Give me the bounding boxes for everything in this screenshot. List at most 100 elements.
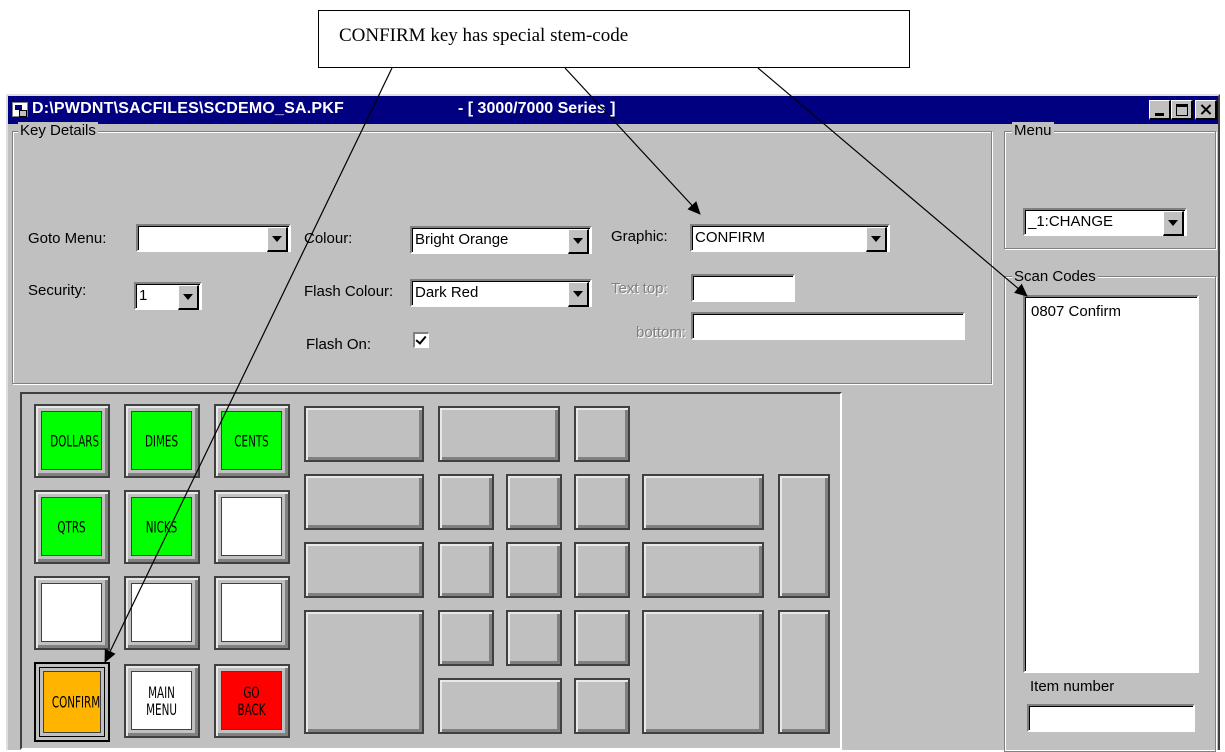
key-blank[interactable] bbox=[778, 610, 830, 734]
key-blank[interactable] bbox=[574, 542, 630, 598]
key-qtrs[interactable]: QTRS bbox=[34, 490, 110, 564]
key-dollars[interactable]: DOLLARS bbox=[34, 404, 110, 478]
key-blank[interactable] bbox=[574, 678, 630, 734]
key-face bbox=[221, 497, 282, 556]
colour-label: Colour: bbox=[304, 230, 353, 247]
scan-codes-list[interactable]: 0807 Confirm bbox=[1023, 295, 1199, 673]
key-blank[interactable] bbox=[574, 474, 630, 530]
key-blank[interactable] bbox=[214, 490, 290, 564]
item-number-label: Item number bbox=[1030, 678, 1115, 695]
window-title-series: - [ 3000/7000 Series ] bbox=[458, 100, 616, 117]
security-select[interactable]: 1 bbox=[134, 282, 202, 310]
key-nicks[interactable]: NICKS bbox=[124, 490, 200, 564]
chevron-down-icon[interactable] bbox=[568, 282, 589, 307]
key-face: DIMES bbox=[131, 411, 192, 470]
key-blank[interactable] bbox=[34, 576, 110, 650]
chevron-down-icon[interactable] bbox=[267, 227, 288, 252]
keyboard-panel: DOLLARS DIMES CENTS QTRS NICKS CONFIRM M… bbox=[20, 392, 842, 750]
app-icon[interactable] bbox=[12, 102, 28, 117]
key-face: QTRS bbox=[41, 497, 102, 556]
key-blank[interactable] bbox=[304, 610, 424, 734]
key-face bbox=[41, 583, 102, 642]
item-number-input[interactable] bbox=[1027, 704, 1195, 732]
key-label: CONFIRM bbox=[51, 692, 101, 712]
key-blank[interactable] bbox=[438, 678, 562, 734]
key-blank[interactable] bbox=[214, 576, 290, 650]
key-cents[interactable]: CENTS bbox=[214, 404, 290, 478]
graphic-select[interactable]: CONFIRM bbox=[690, 224, 890, 252]
scan-codes-label: Scan Codes bbox=[1012, 268, 1098, 285]
key-details-group bbox=[12, 131, 992, 384]
key-label: GO BACK bbox=[237, 682, 266, 719]
colour-value: Bright Orange bbox=[415, 231, 509, 248]
goto-menu-select[interactable] bbox=[136, 224, 291, 252]
key-face bbox=[131, 583, 192, 642]
app-window: D:\PWDNT\SACFILES\SCDEMO_SA.PKF - [ 3000… bbox=[6, 94, 1220, 752]
menu-select[interactable]: _1:CHANGE bbox=[1023, 208, 1187, 236]
callout-box: CONFIRM key has special stem-code bbox=[318, 10, 910, 68]
key-face bbox=[221, 583, 282, 642]
chevron-down-icon[interactable] bbox=[866, 227, 887, 252]
key-blank[interactable] bbox=[304, 542, 424, 598]
security-value: 1 bbox=[139, 287, 148, 304]
chevron-down-icon[interactable] bbox=[178, 285, 199, 310]
key-label: DOLLARS bbox=[50, 431, 100, 450]
key-face: DOLLARS bbox=[41, 411, 102, 470]
key-blank[interactable] bbox=[124, 576, 200, 650]
callout-text: CONFIRM key has special stem-code bbox=[339, 25, 629, 46]
text-bottom-input[interactable] bbox=[691, 312, 965, 340]
key-label: QTRS bbox=[57, 517, 86, 536]
menu-group-label: Menu bbox=[1012, 122, 1054, 139]
key-label: NICKS bbox=[145, 517, 178, 536]
key-label: CENTS bbox=[234, 431, 269, 450]
text-top-label: Text top: bbox=[611, 280, 668, 297]
text-bottom-label: bottom: bbox=[636, 324, 687, 341]
menu-value: _1:CHANGE bbox=[1028, 213, 1114, 230]
key-blank[interactable] bbox=[304, 406, 424, 462]
key-blank[interactable] bbox=[506, 474, 562, 530]
window-title-path: D:\PWDNT\SACFILES\SCDEMO_SA.PKF bbox=[32, 100, 344, 117]
key-blank[interactable] bbox=[438, 406, 560, 462]
key-dimes[interactable]: DIMES bbox=[124, 404, 200, 478]
goto-menu-label: Goto Menu: bbox=[28, 230, 107, 247]
flash-colour-select[interactable]: Dark Red bbox=[410, 279, 592, 307]
flash-on-label: Flash On: bbox=[306, 336, 372, 353]
key-blank[interactable] bbox=[642, 542, 764, 598]
key-blank[interactable] bbox=[642, 474, 764, 530]
key-go-back[interactable]: GO BACK bbox=[214, 664, 290, 738]
chevron-down-icon[interactable] bbox=[568, 229, 589, 254]
minimize-icon[interactable] bbox=[1149, 100, 1171, 120]
list-item[interactable]: 0807 Confirm bbox=[1031, 303, 1121, 320]
key-face: GO BACK bbox=[221, 671, 282, 730]
key-main-menu[interactable]: MAIN MENU bbox=[124, 664, 200, 738]
key-blank[interactable] bbox=[438, 474, 494, 530]
key-blank[interactable] bbox=[506, 542, 562, 598]
key-face: CONFIRM bbox=[43, 671, 101, 733]
key-confirm[interactable]: CONFIRM bbox=[34, 662, 110, 742]
flash-colour-label: Flash Colour: bbox=[304, 283, 394, 300]
key-blank[interactable] bbox=[642, 610, 764, 734]
close-icon[interactable] bbox=[1195, 100, 1217, 120]
key-blank[interactable] bbox=[778, 474, 830, 598]
key-blank[interactable] bbox=[574, 610, 630, 666]
flash-on-checkbox[interactable] bbox=[413, 332, 429, 348]
flash-colour-value: Dark Red bbox=[415, 284, 479, 301]
text-top-input[interactable] bbox=[691, 274, 795, 302]
key-blank[interactable] bbox=[304, 474, 424, 530]
colour-select[interactable]: Bright Orange bbox=[410, 226, 592, 254]
key-blank[interactable] bbox=[574, 406, 630, 462]
key-blank[interactable] bbox=[506, 610, 562, 666]
maximize-icon[interactable] bbox=[1171, 100, 1193, 120]
key-face: CENTS bbox=[221, 411, 282, 470]
title-bar: D:\PWDNT\SACFILES\SCDEMO_SA.PKF - [ 3000… bbox=[8, 96, 1218, 124]
graphic-value: CONFIRM bbox=[695, 229, 765, 246]
key-face: NICKS bbox=[131, 497, 192, 556]
key-details-label: Key Details bbox=[18, 122, 98, 139]
key-label: MAIN MENU bbox=[146, 682, 177, 719]
chevron-down-icon[interactable] bbox=[1163, 211, 1184, 236]
graphic-label: Graphic: bbox=[611, 228, 668, 245]
key-face: MAIN MENU bbox=[131, 671, 192, 730]
key-blank[interactable] bbox=[438, 542, 494, 598]
key-blank[interactable] bbox=[438, 610, 494, 666]
key-label: DIMES bbox=[144, 431, 179, 450]
